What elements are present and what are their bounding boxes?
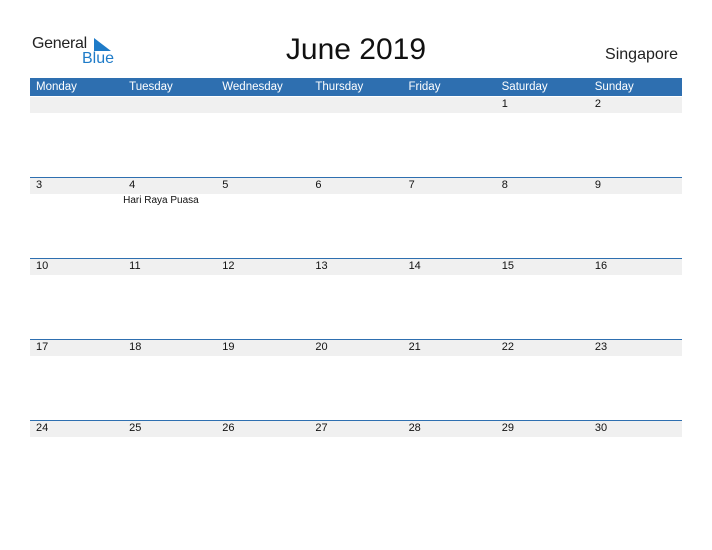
- day-number: 21: [408, 341, 421, 353]
- day-number: 19: [222, 341, 235, 353]
- day-number: 1: [501, 98, 508, 110]
- day-number: 14: [408, 260, 421, 272]
- day-number: 29: [501, 422, 514, 434]
- week-row: 24 25 26 27 28 29 30: [30, 420, 682, 502]
- week-row: 10 11 12 13 14 15 16: [30, 258, 682, 340]
- day-cell: 13: [309, 259, 402, 340]
- day-cell: 7: [403, 178, 496, 259]
- day-number: 20: [315, 341, 328, 353]
- day-number: 5: [222, 179, 229, 191]
- day-cell: 28: [403, 421, 496, 502]
- day-cell: 29: [496, 421, 589, 502]
- day-cell: 16: [589, 259, 682, 340]
- day-cell: [309, 97, 402, 178]
- day-cell: 5: [216, 178, 309, 259]
- day-number: 3: [36, 179, 43, 191]
- day-cell: 4 Hari Raya Puasa: [123, 178, 216, 259]
- day-number: 24: [36, 422, 49, 434]
- week-row: 3 4 Hari Raya Puasa 5 6 7 8 9: [30, 177, 682, 259]
- day-cell: 27: [309, 421, 402, 502]
- weekday-tuesday: Tuesday: [129, 81, 173, 93]
- day-number: 25: [129, 422, 142, 434]
- week-row: 17 18 19 20 21 22 23: [30, 339, 682, 421]
- weekday-saturday: Saturday: [501, 81, 548, 93]
- day-cell: 14: [403, 259, 496, 340]
- day-cell: 18: [123, 340, 216, 421]
- day-number: 8: [501, 179, 508, 191]
- day-number: 12: [222, 260, 235, 272]
- day-number: 22: [501, 341, 514, 353]
- day-cell: 30: [589, 421, 682, 502]
- day-number: 16: [594, 260, 608, 272]
- day-cell: 17: [30, 340, 123, 421]
- day-number: 4: [129, 179, 136, 191]
- day-number: 10: [36, 260, 49, 272]
- day-cell: 20: [309, 340, 402, 421]
- weekday-wednesday: Wednesday: [222, 81, 283, 93]
- day-number: 17: [36, 341, 49, 353]
- day-cell: 26: [216, 421, 309, 502]
- weekday-monday: Monday: [36, 81, 77, 93]
- day-number: 28: [408, 422, 421, 434]
- day-number: 2: [594, 98, 601, 110]
- day-number: 11: [129, 260, 141, 272]
- weekday-friday: Friday: [408, 81, 441, 93]
- day-cell: 15: [496, 259, 589, 340]
- day-cell: 8: [496, 178, 589, 259]
- weekday-header: Monday Tuesday Wednesday Thursday Friday Satu…: [30, 78, 682, 96]
- day-cell: [216, 97, 309, 178]
- day-number: 23: [594, 341, 608, 353]
- day-cell: 10: [30, 259, 123, 340]
- day-cell: [403, 97, 496, 178]
- day-cell: 24: [30, 421, 123, 502]
- week-row: 12: [30, 97, 682, 178]
- day-cell: 11: [123, 259, 216, 340]
- day-number: 6: [315, 179, 322, 191]
- day-cell: 1: [496, 97, 589, 178]
- day-number: 26: [222, 422, 235, 434]
- day-cell: 21: [403, 340, 496, 421]
- day-cell: [123, 97, 216, 178]
- day-number: 15: [501, 260, 514, 272]
- holiday-label: Hari Raya Puasa: [123, 195, 199, 206]
- day-number: 13: [315, 260, 328, 272]
- day-cell: 6: [309, 178, 402, 259]
- day-number: 7: [408, 179, 415, 191]
- day-cell: 2: [589, 97, 682, 178]
- weekday-thursday: Thursday: [315, 81, 364, 93]
- day-cell: 25: [123, 421, 216, 502]
- day-cell: 12: [216, 259, 309, 340]
- day-number: 9: [594, 179, 601, 191]
- weekday-sunday: Sunday: [594, 81, 634, 93]
- day-number: 27: [315, 422, 328, 434]
- day-cell: 19: [216, 340, 309, 421]
- day-cell: 9: [589, 178, 682, 259]
- day-cell: 23: [589, 340, 682, 421]
- day-cell: [30, 97, 123, 178]
- day-cell: 3: [30, 178, 123, 259]
- day-cell: 22: [496, 340, 589, 421]
- country-label: Singapore: [605, 46, 678, 63]
- day-number: 18: [129, 341, 142, 353]
- day-number: 30: [594, 422, 608, 434]
